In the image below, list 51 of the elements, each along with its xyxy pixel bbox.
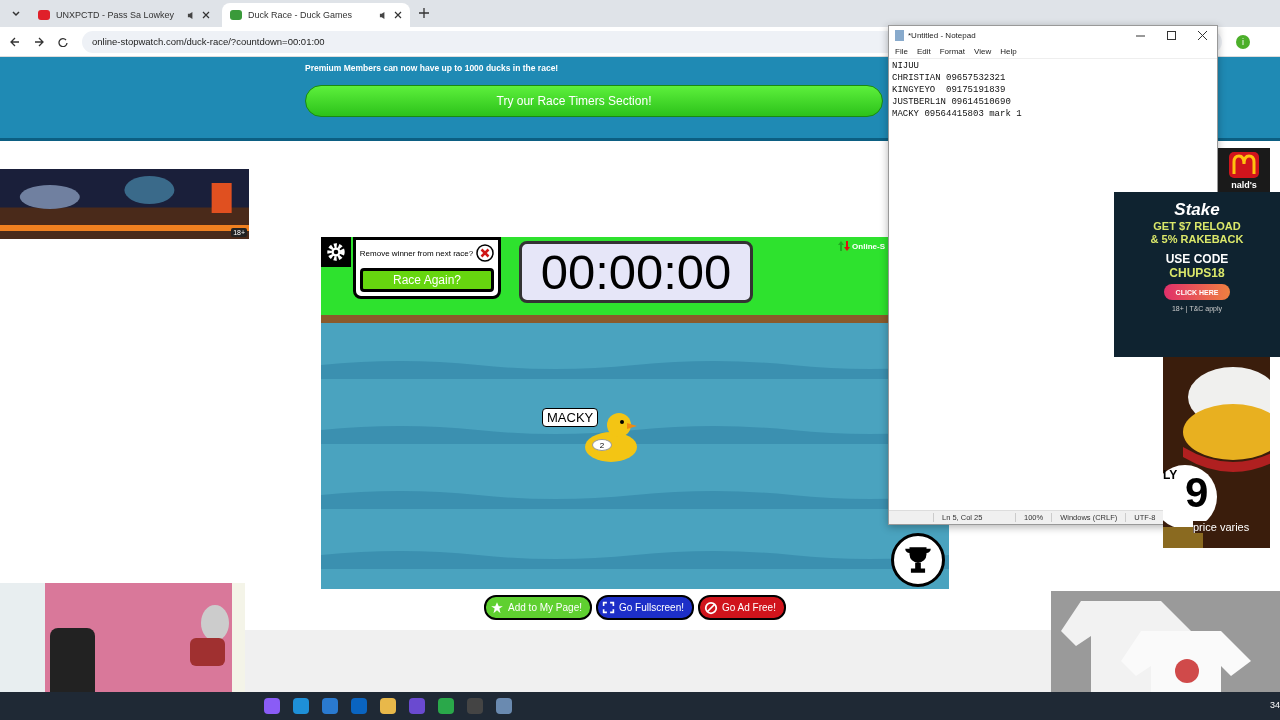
brand-text: nald's (1231, 180, 1257, 190)
taskbar-app-icon[interactable] (438, 698, 454, 714)
no-sign-icon (704, 600, 718, 615)
close-icon[interactable] (394, 11, 402, 19)
maximize-icon[interactable] (1167, 30, 1176, 40)
menu-item[interactable]: Help (1000, 46, 1017, 56)
ad-offer: & 5% RAKEBACK (1150, 233, 1244, 246)
ad-logo: Stake (1174, 200, 1220, 220)
taskbar-app-icon[interactable] (380, 698, 396, 714)
price-note: price varies (1193, 521, 1250, 533)
page-action-button[interactable]: Go Fullscreen! (596, 595, 694, 620)
trophy-button[interactable] (891, 533, 945, 587)
back-icon[interactable] (10, 36, 20, 47)
taskbar-app-icon[interactable] (322, 698, 338, 714)
up-down-arrows-icon (838, 241, 851, 251)
price-prefix: LY (1163, 468, 1178, 482)
gear-icon (325, 241, 347, 263)
window-title: *Untitled - Notepad (908, 30, 976, 40)
forward-icon[interactable] (34, 36, 44, 47)
ad-offer: GET $7 RELOAD (1153, 220, 1241, 233)
close-icon[interactable] (476, 244, 495, 262)
settings-button[interactable] (321, 237, 351, 267)
remove-winner-prompt: Remove winner from next race? (359, 248, 474, 258)
price-text: 9 (1185, 469, 1209, 517)
browser-tab[interactable]: UNXPCTD - Pass Sa Lowkey (30, 3, 218, 27)
fullscreen-icon (602, 601, 615, 614)
site-label: Online-S (852, 241, 885, 251)
premium-notice: Premium Members can now have up to 1000 ducks in the race! (305, 63, 559, 73)
new-tab-icon[interactable] (418, 7, 430, 19)
text-editor[interactable]: NIJUU CHRISTIAN 09657532321 KINGYEYO 09175191839 JUSTBERL1N 09614510690 MACKY 09564415803 mark 1 (889, 59, 1025, 121)
tab-menu-caret-icon[interactable] (11, 9, 21, 19)
notepad-icon (895, 29, 904, 41)
clock-text: 34 (1270, 700, 1280, 710)
browser-tab[interactable]: Duck Race - Duck Games (222, 3, 410, 27)
menu-item[interactable]: Format (939, 46, 966, 56)
arches-logo-icon (1229, 152, 1259, 178)
duck-name-label: MACKY (542, 408, 599, 427)
countdown-timer: 00:00:00 (519, 241, 753, 303)
menu-item[interactable]: File (895, 46, 908, 56)
taskbar-app-icon[interactable] (264, 698, 280, 714)
reload-icon[interactable] (58, 36, 68, 47)
menu-item[interactable]: Edit (916, 46, 931, 56)
taskbar-app-icon[interactable] (293, 698, 309, 714)
menu-item[interactable]: View (974, 46, 992, 56)
ad-code: CHUPS18 (1169, 266, 1225, 280)
taskbar-app-icon[interactable] (496, 698, 512, 714)
page-action-button[interactable]: Go Ad Free! (698, 595, 786, 620)
close-icon[interactable] (202, 11, 210, 19)
star-icon (490, 600, 505, 615)
ad-code-label: USE CODE (1165, 252, 1229, 266)
close-icon[interactable] (1198, 30, 1207, 40)
